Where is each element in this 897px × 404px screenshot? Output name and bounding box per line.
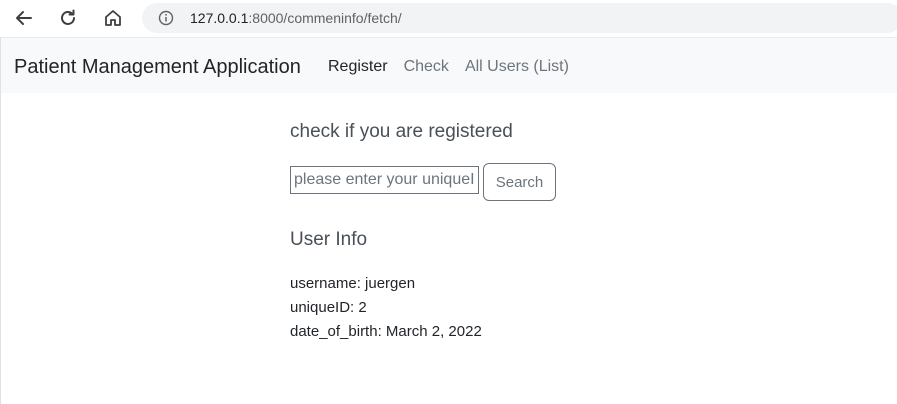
user-info-lines: username: juergen uniqueID: 2 date_of_bi…	[290, 272, 482, 344]
url-path: :8000/commeninfo/fetch/	[248, 10, 402, 26]
address-bar[interactable]: 127.0.0.1:8000/commeninfo/fetch/	[142, 3, 897, 33]
back-arrow-icon[interactable]	[12, 6, 36, 30]
nav-link-check[interactable]: Check	[404, 57, 449, 77]
nav-link-all-users[interactable]: All Users (List)	[465, 57, 569, 77]
navbar: Patient Management Application Register …	[1, 37, 897, 93]
nav-links: Register Check All Users (List)	[328, 57, 585, 77]
uniqueid-line: uniqueID: 2	[290, 299, 367, 316]
uniqueid-input[interactable]	[290, 166, 479, 194]
page: Patient Management Application Register …	[0, 37, 897, 404]
reload-icon[interactable]	[56, 6, 80, 30]
url-host: 127.0.0.1	[190, 10, 249, 26]
dob-line: date_of_birth: March 2, 2022	[290, 323, 482, 340]
brand[interactable]: Patient Management Application	[14, 55, 301, 79]
search-button[interactable]: Search	[483, 163, 556, 201]
form-title: check if you are registered	[290, 121, 513, 142]
url-text: 127.0.0.1:8000/commeninfo/fetch/	[190, 10, 402, 26]
info-icon[interactable]	[158, 10, 174, 26]
user-info-title: User Info	[290, 229, 368, 250]
home-icon[interactable]	[101, 6, 125, 30]
browser-toolbar: 127.0.0.1:8000/commeninfo/fetch/	[0, 0, 897, 36]
username-line: username: juergen	[290, 275, 416, 292]
nav-link-register[interactable]: Register	[328, 57, 388, 77]
